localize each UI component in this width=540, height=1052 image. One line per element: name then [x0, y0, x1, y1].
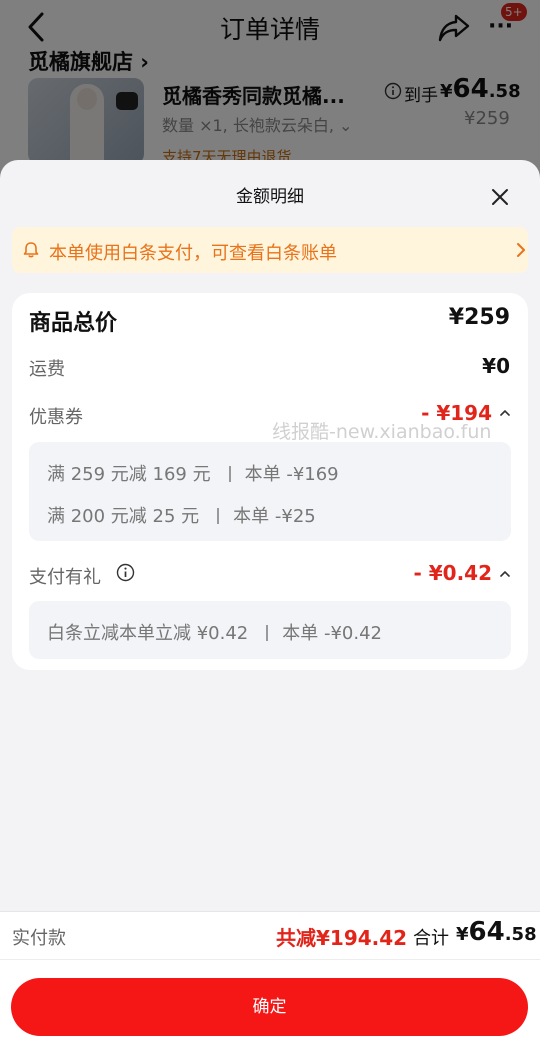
coupon-item: 满 259 元减 169 元 本单 -¥169 — [47, 460, 339, 486]
gift-item: 白条立减本单立减 ¥0.42 本单 -¥0.42 — [47, 619, 382, 645]
notice-text: 本单使用白条支付，可查看白条账单 — [49, 243, 337, 264]
coupon-desc: 满 200 元减 25 元 — [47, 506, 200, 527]
caret-up-icon[interactable] — [499, 408, 511, 418]
confirm-button[interactable]: 确定 — [11, 978, 528, 1036]
coupon-item: 满 200 元减 25 元 本单 -¥25 — [47, 502, 316, 528]
divider — [0, 959, 540, 960]
paid-label: 实付款 — [12, 928, 66, 949]
bell-icon — [23, 242, 39, 258]
sum-integer: 64 — [468, 917, 505, 947]
divider — [217, 508, 220, 524]
divider — [228, 466, 231, 482]
shipping-value: ¥0 — [482, 354, 510, 378]
currency-symbol: ¥ — [456, 924, 469, 945]
sheet-title: 金额明细 — [236, 187, 304, 207]
watermark: 线报酷-new.xianbao.fun — [272, 421, 492, 443]
close-icon[interactable] — [485, 182, 515, 212]
caret-up-icon[interactable] — [499, 569, 511, 579]
coupon-label: 优惠券 — [29, 407, 83, 428]
sum-decimal: .58 — [504, 924, 537, 945]
payment-gift-label: 支付有礼 — [29, 567, 101, 588]
info-icon[interactable] — [116, 563, 135, 582]
payment-gift-detail-box: 白条立减本单立减 ¥0.42 本单 -¥0.42 — [29, 601, 511, 659]
total-price-label: 商品总价 — [29, 311, 118, 336]
chevron-right-icon — [517, 243, 525, 257]
payment-gift-total[interactable]: - ¥0.42 — [413, 561, 492, 585]
total-saved: 共减¥194.42 — [276, 926, 408, 950]
gift-amount: 本单 -¥0.42 — [282, 623, 383, 644]
coupon-amount: 本单 -¥25 — [233, 506, 316, 527]
bottom-bar: 实付款 共减¥194.42 合计 ¥64.58 确定 — [0, 911, 540, 1052]
baitiao-notice[interactable]: 本单使用白条支付，可查看白条账单 — [12, 227, 528, 273]
shipping-label: 运费 — [29, 359, 65, 380]
coupon-amount: 本单 -¥169 — [244, 464, 339, 485]
coupon-detail-box: 满 259 元减 169 元 本单 -¥169 满 200 元减 25 元 本单 -… — [29, 442, 511, 541]
coupon-desc: 满 259 元减 169 元 — [47, 464, 211, 485]
sum-label: 合计 — [413, 928, 449, 949]
price-breakdown-card: 商品总价 ¥259 运费 ¥0 优惠券 - ¥194 线报酷-new.xianb… — [12, 293, 528, 670]
sum-value: ¥64.58 — [456, 917, 537, 947]
divider — [266, 625, 269, 641]
gift-desc: 白条立减本单立减 ¥0.42 — [47, 623, 249, 644]
total-price-value: ¥259 — [448, 305, 510, 330]
